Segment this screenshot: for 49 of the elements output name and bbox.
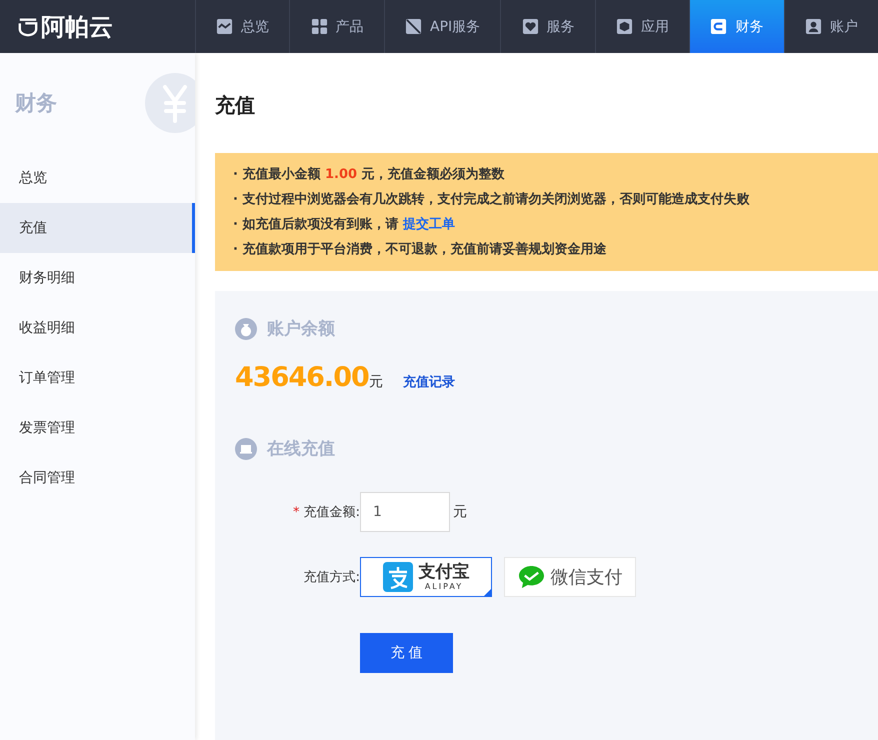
sidebar-item[interactable]: 总览 [0, 153, 195, 203]
amount-label: 充值金额: [304, 505, 360, 520]
chat-bubble-icon [518, 564, 544, 590]
grid-icon [310, 18, 328, 35]
notice-text: · 如充值后款项没有到账，请 [233, 217, 400, 232]
amount-input[interactable]: 1 [360, 492, 450, 532]
wechat-pay-option[interactable]: 微信支付 [504, 557, 636, 597]
currency-unit: 元 [368, 373, 383, 391]
page-title: 充值 [215, 92, 256, 119]
sidebar-item[interactable]: 收益明细 [0, 303, 195, 353]
recharge-button[interactable]: 充 值 [360, 633, 453, 673]
minimum-amount: 1.00 [325, 167, 358, 182]
balance-amount: 43646.00 [235, 362, 369, 393]
alipay-option[interactable]: 支付宝 ALIPAY [360, 557, 492, 597]
section-heading: 在线充值 [267, 438, 335, 460]
currency-unit: 元 [453, 503, 467, 521]
nav-tab[interactable]: API服务 [384, 0, 500, 53]
method-label: 充值方式: [302, 569, 360, 586]
nav-tab[interactable]: 账户 [784, 0, 878, 53]
wechat-pay-name: 微信支付 [550, 566, 622, 589]
sidebar-item[interactable]: 财务明细 [0, 253, 195, 303]
sidebar-item[interactable]: 发票管理 [0, 403, 195, 453]
nav-tab[interactable]: 财务 [689, 0, 784, 53]
ticket-link[interactable]: 提交工单 [403, 217, 455, 232]
notice-text: · 支付过程中浏览器会有几次跳转，支付完成之前请勿关闭浏览器，否则可能造成支付失败 [233, 192, 750, 207]
notice-text: · 充值款项用于平台消费，不可退款，充值前请妥善规划资金用途 [233, 242, 606, 257]
sidebar-item[interactable]: 合同管理 [0, 453, 195, 503]
laptop-icon [235, 438, 257, 460]
brand-name: 阿帕云 [41, 12, 113, 42]
required-mark: * [292, 505, 300, 520]
alipay-name: 支付宝 [418, 562, 470, 582]
money-bag-icon [235, 318, 257, 340]
logo-icon [18, 16, 38, 36]
box-icon [616, 18, 633, 35]
section-heading: 账户余额 [267, 318, 335, 340]
nav-tab[interactable]: 服务 [500, 0, 595, 53]
sidebar-title: 财务 [14, 90, 57, 117]
alipay-subname: ALIPAY [424, 582, 464, 592]
notice-text: · 充值最小金额 [233, 167, 322, 182]
chart-icon [216, 18, 234, 35]
wallet-icon [710, 18, 728, 35]
sidebar-item[interactable]: 订单管理 [0, 353, 195, 403]
recharge-history-link[interactable]: 充值记录 [402, 373, 455, 391]
nav-tab[interactable]: 总览 [195, 0, 290, 53]
alipay-icon [382, 562, 412, 592]
user-icon [804, 18, 822, 35]
nav-tab[interactable]: 产品 [289, 0, 384, 53]
notice-text: 元，充值金额必须为整数 [360, 167, 505, 182]
sidebar-item[interactable]: 充值 [0, 203, 195, 253]
